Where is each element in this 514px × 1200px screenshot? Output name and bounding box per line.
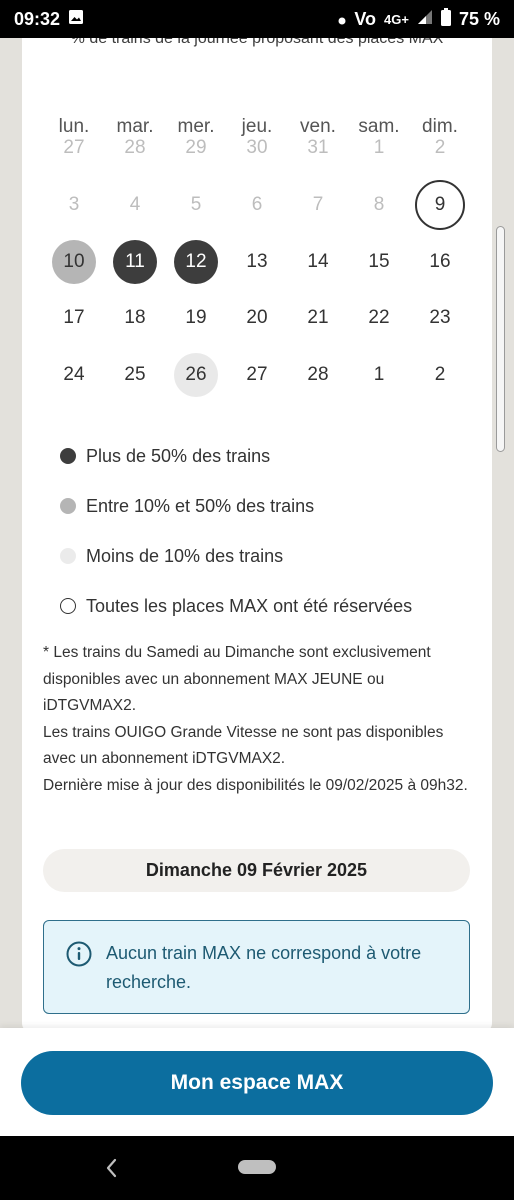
signal-icon: [417, 9, 433, 30]
legend-circle-icon: [60, 598, 76, 614]
legend-dot-icon: [60, 548, 76, 564]
back-chevron-icon[interactable]: [100, 1156, 124, 1180]
legend-item-high: Plus de 50% des trains: [60, 431, 480, 481]
volte-icon: Vo: [354, 8, 377, 29]
calendar-day[interactable]: 2: [418, 353, 462, 397]
calendar-day: 6: [251, 194, 263, 215]
calendar-day[interactable]: 22: [357, 296, 401, 340]
calendar-day: 2: [434, 137, 446, 158]
battery-icon: [440, 7, 451, 31]
calendar-day: 4: [129, 194, 141, 215]
image-icon: [68, 9, 84, 30]
calendar-day[interactable]: 17: [52, 296, 96, 340]
calendar-day[interactable]: 15: [357, 240, 401, 284]
selected-date-header: Dimanche 09 Février 2025: [43, 849, 470, 892]
legend-dot-icon: [60, 448, 76, 464]
calendar-day[interactable]: 1: [357, 353, 401, 397]
calendar-day[interactable]: 28: [296, 353, 340, 397]
calendar-day[interactable]: 23: [418, 296, 462, 340]
no-results-message: Aucun train MAX ne correspond à votre re…: [106, 943, 422, 992]
note-ouigo: Les trains OUIGO Grande Vitesse ne sont …: [43, 723, 444, 768]
calendar-day: 29: [185, 137, 207, 158]
calendar-day: 5: [190, 194, 202, 215]
no-results-alert: Aucun train MAX ne correspond à votre re…: [43, 920, 470, 1014]
calendar-day[interactable]: 20: [235, 296, 279, 340]
calendar-day: 1: [373, 137, 385, 158]
legend-dot-icon: [60, 498, 76, 514]
calendar-day[interactable]: 11: [113, 240, 157, 284]
calendar-day[interactable]: 24: [52, 353, 96, 397]
calendar-day[interactable]: 13: [235, 240, 279, 284]
mon-espace-max-button[interactable]: Mon espace MAX: [21, 1051, 493, 1115]
legend-item-full: Toutes les places MAX ont été réservées: [60, 581, 480, 631]
legend-label: Moins de 10% des trains: [86, 545, 284, 566]
calendar-day: 7: [312, 194, 324, 215]
legend-item-mid: Entre 10% et 50% des trains: [60, 481, 480, 531]
status-left: 09:32: [14, 9, 84, 30]
network-type: 4G+: [384, 11, 409, 27]
bottom-action-bar: Mon espace MAX: [0, 1028, 514, 1136]
calendar-day: 28: [124, 137, 146, 158]
legend-label: Plus de 50% des trains: [86, 445, 271, 466]
calendar-day: 30: [246, 137, 268, 158]
battery-level: 75 %: [458, 8, 500, 29]
legend-label: Entre 10% et 50% des trains: [86, 495, 315, 516]
calendar-day[interactable]: 27: [235, 353, 279, 397]
availability-card: % de trains de la journée proposant des …: [22, 38, 492, 1033]
status-time: 09:32: [14, 8, 61, 29]
scrollbar[interactable]: [496, 226, 505, 452]
legend-item-low: Moins de 10% des trains: [60, 531, 480, 581]
calendar-day[interactable]: 21: [296, 296, 340, 340]
calendar-day[interactable]: 19: [174, 296, 218, 340]
calendar-day[interactable]: 25: [113, 353, 157, 397]
note-last-update: Dernière mise à jour des disponibilités …: [43, 776, 468, 794]
status-bar: 09:32 Vo 4G+ 75 %: [0, 0, 514, 38]
legend-label: Toutes les places MAX ont été réservées: [86, 595, 413, 616]
calendar-day[interactable]: 16: [418, 240, 462, 284]
navigation-bar: [0, 1136, 514, 1200]
availability-legend: Plus de 50% des trains Entre 10% et 50% …: [60, 431, 480, 631]
note-weekend: * Les trains du Samedi au Dimanche sont …: [43, 644, 431, 715]
calendar-day: 27: [63, 137, 85, 158]
calendar-day[interactable]: 18: [113, 296, 157, 340]
calendar-day: 3: [68, 194, 80, 215]
calendar-day: 31: [307, 137, 329, 158]
availability-notes: * Les trains du Samedi au Dimanche sont …: [43, 640, 473, 800]
calendar-day[interactable]: 9: [415, 180, 465, 230]
info-icon: [66, 941, 92, 967]
calendar-day[interactable]: 14: [296, 240, 340, 284]
status-right: Vo 4G+ 75 %: [338, 7, 500, 31]
calendar-day[interactable]: 10: [52, 240, 96, 284]
home-pill-icon[interactable]: [238, 1160, 276, 1174]
calendar-day: 8: [373, 194, 385, 215]
dot-icon: [338, 9, 346, 30]
calendar-day[interactable]: 26: [174, 353, 218, 397]
calendar-day[interactable]: 12: [174, 240, 218, 284]
calendar-grid: 27 28 29 30 31 1 2 3 4 5 6 7 8 9 10 11 12 13 14 15 16 17 18 19 2…: [22, 38, 492, 458]
